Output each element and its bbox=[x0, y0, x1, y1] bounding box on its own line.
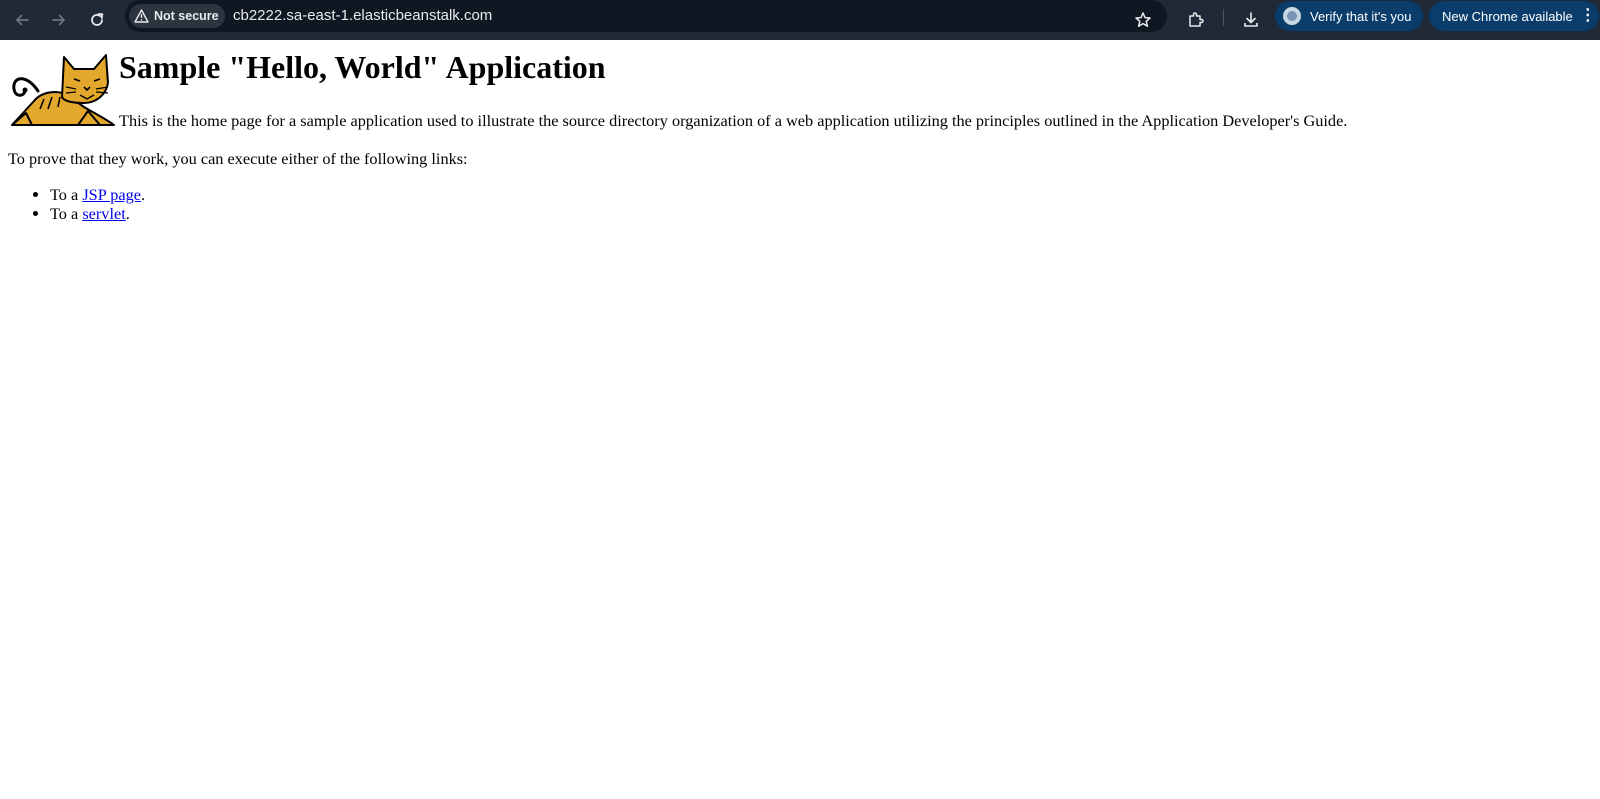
browser-toolbar: Not secure cb2222.sa-east-1.elasticbeans… bbox=[0, 0, 1600, 40]
extensions-icon bbox=[1189, 12, 1204, 27]
tomcat-logo bbox=[11, 54, 115, 126]
star-icon bbox=[1135, 12, 1151, 27]
servlet-link[interactable]: servlet bbox=[82, 204, 125, 223]
page-title: Sample "Hello, World" Application bbox=[119, 49, 606, 85]
reload-button[interactable] bbox=[81, 4, 113, 36]
toolbar-divider bbox=[1223, 9, 1224, 26]
downloads-button[interactable] bbox=[1235, 4, 1267, 36]
account-avatar-icon bbox=[1283, 7, 1301, 25]
warning-icon bbox=[134, 9, 149, 23]
list-item-suffix: . bbox=[125, 204, 130, 223]
bookmark-button[interactable] bbox=[1127, 4, 1159, 36]
list-item-jsp: To a JSP page. bbox=[50, 185, 145, 204]
download-icon bbox=[1244, 12, 1258, 27]
list-item-prefix: To a bbox=[50, 204, 83, 223]
list-item-prefix: To a bbox=[50, 185, 83, 204]
links-list: To a JSP page. To a servlet. bbox=[8, 185, 145, 223]
security-indicator[interactable]: Not secure bbox=[129, 4, 225, 28]
page-content: Sample "Hello, World" Application This i… bbox=[0, 40, 1600, 799]
update-label: New Chrome available bbox=[1442, 8, 1573, 24]
chrome-update-button[interactable]: New Chrome available ⋮ bbox=[1429, 1, 1599, 31]
jsp-page-link[interactable]: JSP page bbox=[82, 185, 141, 204]
back-arrow-icon bbox=[16, 14, 29, 26]
verify-identity-button[interactable]: Verify that it's you bbox=[1275, 1, 1423, 31]
verify-label: Verify that it's you bbox=[1310, 8, 1412, 24]
list-item-suffix: . bbox=[140, 185, 146, 204]
forward-arrow-icon bbox=[52, 14, 65, 26]
links-intro-text: To prove that they work, you can execute… bbox=[8, 149, 468, 168]
forward-button[interactable] bbox=[43, 4, 75, 36]
security-label: Not secure bbox=[154, 9, 219, 23]
reload-icon bbox=[91, 13, 104, 26]
list-item-servlet: To a servlet. bbox=[50, 204, 145, 223]
more-vert-icon: ⋮ bbox=[1579, 7, 1596, 24]
back-button[interactable] bbox=[6, 4, 38, 36]
url-text[interactable]: cb2222.sa-east-1.elasticbeanstalk.com bbox=[233, 7, 492, 24]
extensions-button[interactable] bbox=[1180, 4, 1212, 36]
intro-paragraph: This is the home page for a sample appli… bbox=[119, 111, 1348, 130]
